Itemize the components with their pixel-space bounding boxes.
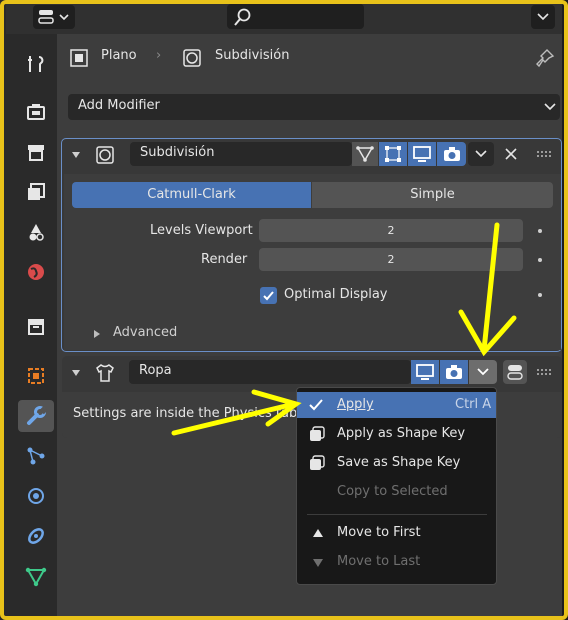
highlight-frame (0, 0, 568, 620)
